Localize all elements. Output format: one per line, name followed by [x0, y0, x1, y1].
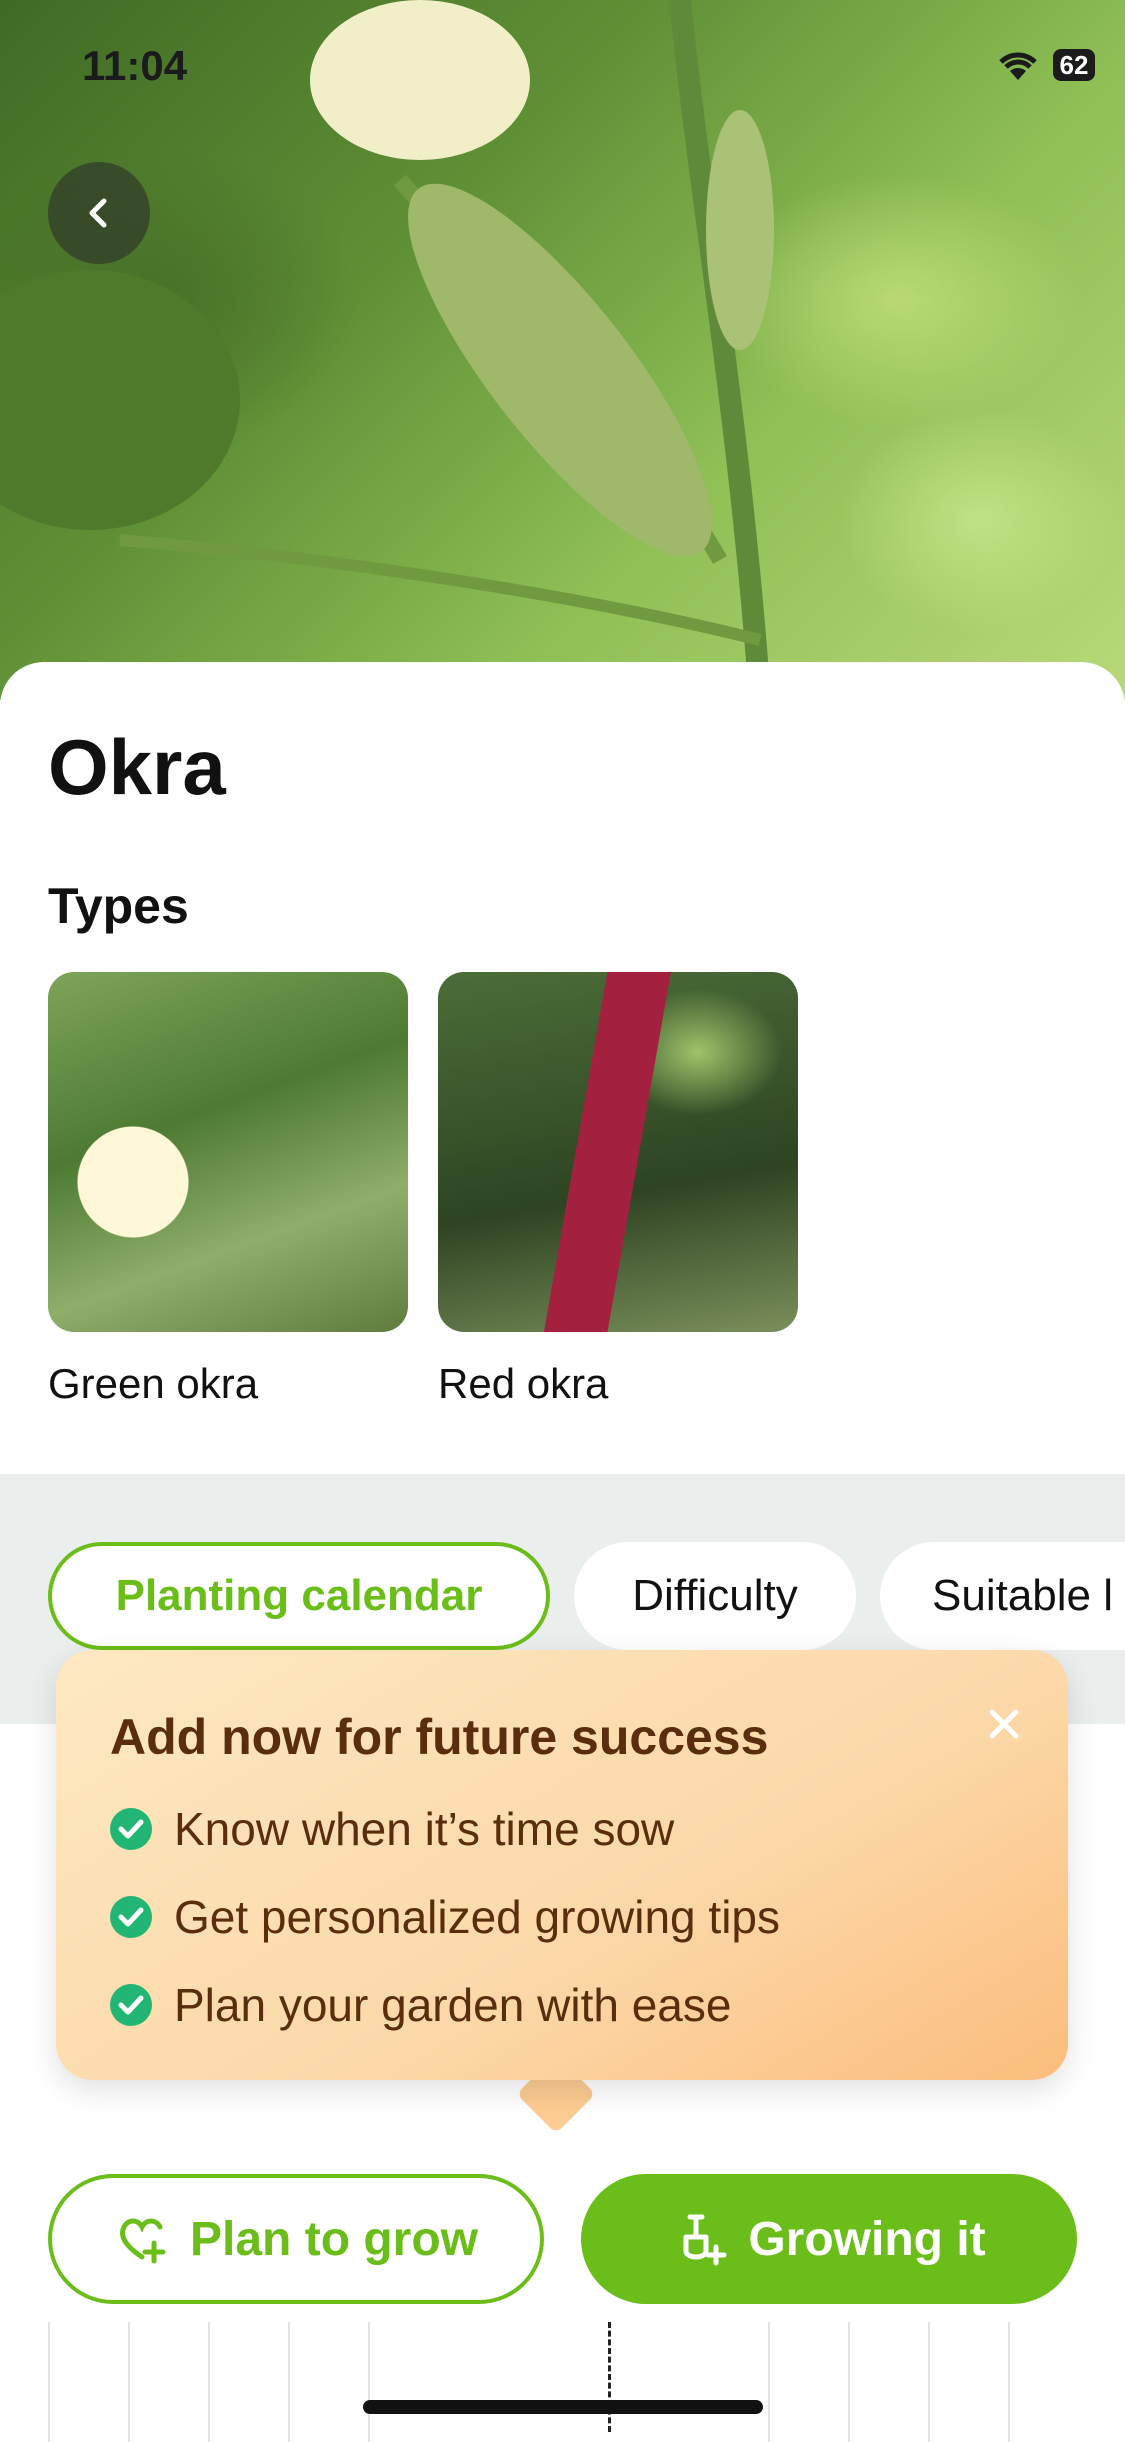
calendar-grid-line: [128, 2322, 130, 2442]
status-icons: 62: [995, 48, 1095, 82]
red-okra-image: [438, 972, 798, 1332]
type-label: Green okra: [48, 1360, 259, 1407]
today-marker: [608, 2322, 613, 2432]
type-label: Red okra: [438, 1360, 609, 1407]
plan-to-grow-button[interactable]: Plan to grow: [48, 2174, 544, 2304]
wifi-icon: [999, 52, 1037, 80]
okra-plant-illustration: [0, 0, 774, 700]
benefit-item: Know when it’s time sow: [110, 1802, 674, 1856]
tab-difficulty[interactable]: Difficulty: [574, 1542, 856, 1650]
type-card-red-okra[interactable]: Red okra: [438, 972, 798, 1408]
check-circle-icon: [110, 1984, 152, 2026]
shovel-plus-icon: [683, 2214, 727, 2266]
calendar-grid-line: [288, 2322, 290, 2442]
plant-detail-card: Okra Types Green okra Red okra Planting …: [0, 662, 1125, 2442]
back-button[interactable]: [48, 162, 150, 264]
check-circle-icon: [110, 1896, 152, 1938]
status-time: 11:04: [82, 42, 188, 89]
tab-planting-calendar[interactable]: Planting calendar: [48, 1542, 550, 1650]
calendar-grid-line: [208, 2322, 210, 2442]
add-now-popup: Add now for future success Know when it’…: [56, 1650, 1068, 2080]
benefit-item: Get personalized growing tips: [110, 1890, 780, 1944]
calendar-grid-line: [848, 2322, 850, 2442]
calendar-grid-line: [48, 2322, 50, 2442]
popup-title: Add now for future success: [110, 1709, 769, 1765]
growing-it-label: Growing it: [748, 2212, 986, 2266]
benefit-text: Know when it’s time sow: [174, 1803, 675, 1855]
calendar-grid-line: [1008, 2322, 1010, 2442]
benefit-item: Plan your garden with ease: [110, 1978, 731, 2032]
calendar-grid-line: [768, 2322, 770, 2442]
benefit-text: Plan your garden with ease: [174, 1979, 732, 2031]
types-heading: Types: [48, 878, 189, 934]
growing-it-button[interactable]: Growing it: [581, 2174, 1077, 2304]
type-card-green-okra[interactable]: Green okra: [48, 972, 408, 1408]
heart-plus-icon: [120, 2218, 166, 2264]
battery-icon: 62: [1053, 49, 1095, 81]
close-icon[interactable]: [980, 1700, 1028, 1748]
back-chevron-icon: [89, 198, 107, 228]
tab-suitable[interactable]: Suitable l: [880, 1542, 1125, 1650]
plant-title: Okra: [48, 723, 226, 811]
plan-to-grow-label: Plan to grow: [190, 2212, 478, 2266]
green-okra-image: [48, 972, 408, 1332]
hero-photo-okra: 11:04 62: [0, 0, 1125, 700]
home-indicator: [363, 2400, 763, 2414]
check-circle-icon: [110, 1808, 152, 1850]
calendar-grid-line: [368, 2322, 370, 2442]
benefit-text: Get personalized growing tips: [174, 1891, 780, 1943]
calendar-grid-line: [928, 2322, 930, 2442]
